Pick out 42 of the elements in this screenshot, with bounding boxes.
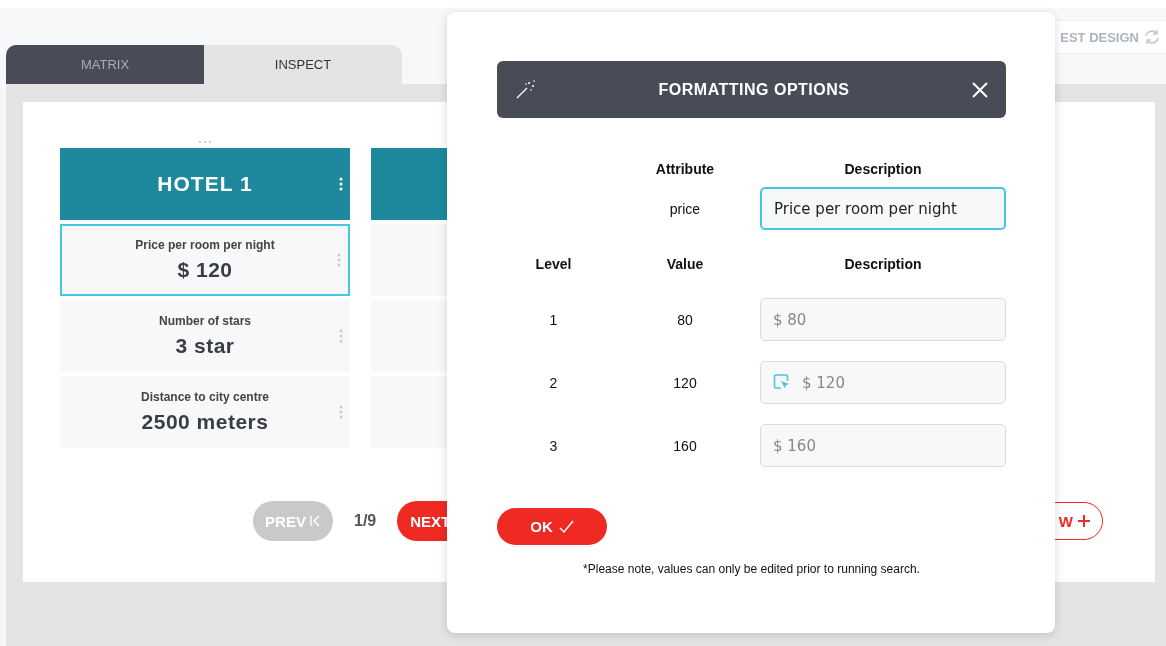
attribute-label: Number of stars [159,314,251,328]
column-header: Level [534,255,573,274]
tab[interactable]: INSPECT [204,45,402,84]
attribute-card[interactable]: Distance to city centre 2500 meters [60,376,350,448]
attribute-label: Price per room per night [135,238,275,252]
note-text: *Please note, values can only be edited prior to running search. [582,562,921,576]
column-header: Description [843,255,923,274]
magic-wand-icon [515,79,536,100]
refresh-icon [1143,28,1161,46]
attribute-name: price [668,200,702,217]
check-icon [558,519,574,534]
attribute-value: 3 star [175,334,235,358]
dialog-title: FORMATTING OPTIONS [657,80,851,99]
close-icon [972,81,988,98]
column-header: Attribute [654,160,716,179]
level-description-field[interactable]: $ 80 [760,298,1006,341]
close-button[interactable] [972,81,988,98]
drag-handle-icon[interactable] [198,140,212,144]
plus-icon [1078,515,1090,527]
attribute-label: Distance to city centre [140,390,269,404]
attribute-value: $ 120 [177,258,233,282]
level-description-field[interactable]: $ 160 [760,424,1006,467]
level-number: 2 [548,374,559,391]
attribute-value: 2500 meters [141,410,269,434]
attribute-card[interactable]: Price per room per night $ 120 [60,224,350,296]
description-field[interactable]: Price per room per night [760,187,1006,230]
level-value: 120 [672,374,698,391]
skip-back-icon [308,514,321,528]
tab[interactable]: MATRIX [6,45,204,84]
column-header: Value [665,255,705,274]
page-indicator: 1/9 [354,512,377,530]
column-header: Description [843,160,923,179]
cursor-icon [773,374,790,390]
level-value: 80 [676,311,694,328]
level-number: 3 [548,437,559,454]
more-icon[interactable] [339,177,343,191]
level-number: 1 [548,311,559,328]
level-value: 160 [672,437,698,454]
hotel-title: HOTEL 1 [157,172,253,196]
ok-button[interactable]: OK [497,508,607,545]
attribute-card[interactable]: Number of stars 3 star [60,300,350,372]
level-description-field[interactable]: $ 120 [760,361,1006,404]
